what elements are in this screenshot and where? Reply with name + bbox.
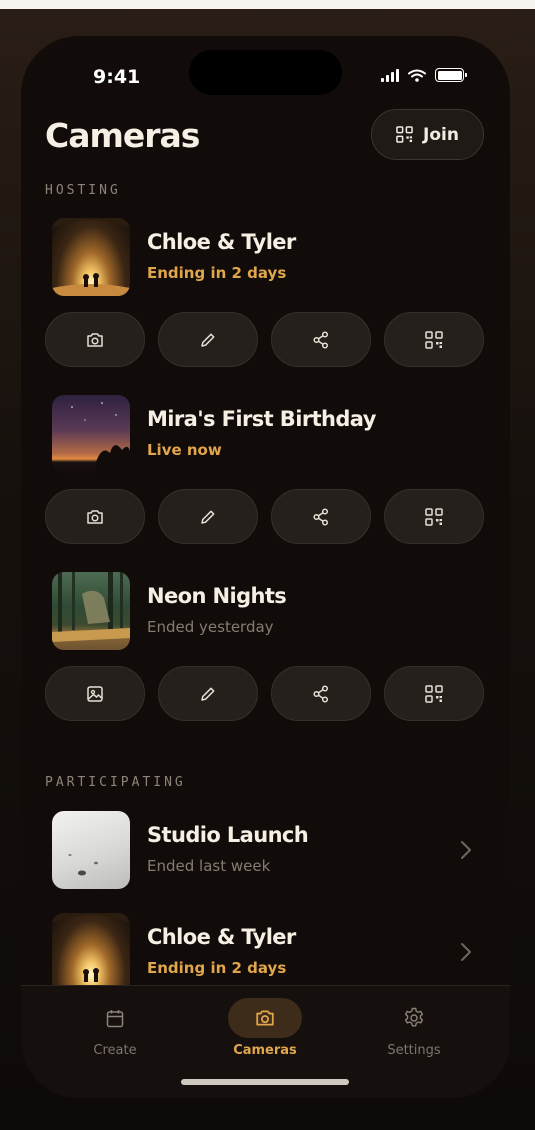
event-status: Ended last week — [147, 857, 271, 875]
gallery-button[interactable] — [45, 666, 145, 721]
share-button[interactable] — [271, 489, 371, 544]
event-photo-silhouette — [52, 572, 130, 642]
qr-code-button[interactable] — [384, 489, 484, 544]
event-status: Ending in 2 days — [147, 959, 287, 977]
dynamic-island — [189, 50, 342, 95]
tab-cameras[interactable]: Cameras — [220, 998, 310, 1058]
event-thumbnail[interactable] — [52, 395, 130, 473]
event-name: Studio Launch — [147, 823, 309, 847]
camera-button[interactable] — [45, 312, 145, 367]
tab-label: Create — [93, 1043, 137, 1058]
join-label: Join — [423, 124, 459, 145]
join-button[interactable]: Join — [371, 109, 484, 160]
event-thumbnail — [52, 811, 130, 889]
event-thumbnail[interactable] — [52, 572, 130, 650]
camera-button[interactable] — [45, 489, 145, 544]
event-row[interactable]: Studio Launch Ended last week — [21, 811, 510, 889]
pencil-icon — [201, 510, 215, 524]
event-photo-silhouette — [68, 854, 98, 876]
event-thumbnail[interactable] — [52, 218, 130, 296]
event-actions — [45, 312, 484, 367]
section-participating: PARTICIPATING — [45, 775, 186, 790]
edit-button[interactable] — [158, 489, 258, 544]
event-name: Neon Nights — [147, 584, 287, 608]
qr-code-button[interactable] — [384, 666, 484, 721]
page-title: Cameras — [45, 116, 200, 155]
event-name: Mira's First Birthday — [147, 407, 376, 431]
share-icon — [313, 507, 329, 526]
gear-icon — [404, 1007, 424, 1027]
tab-label: Settings — [387, 1043, 441, 1058]
event-status: Live now — [147, 441, 222, 459]
edit-button[interactable] — [158, 666, 258, 721]
battery-icon — [435, 68, 467, 82]
event-actions — [45, 489, 484, 544]
event-actions — [45, 666, 484, 721]
qr-code-icon — [396, 126, 413, 143]
event-photo-silhouette — [52, 218, 130, 296]
share-button[interactable] — [271, 666, 371, 721]
share-icon — [313, 330, 329, 349]
camera-icon — [87, 332, 103, 347]
qr-code-icon — [425, 330, 443, 349]
phone-screen: 9:41 Cameras Join HOSTING Chloe & Tyler … — [21, 36, 510, 1098]
event-status: Ended yesterday — [147, 618, 274, 636]
event-name: Chloe & Tyler — [147, 230, 296, 254]
qr-code-button[interactable] — [384, 312, 484, 367]
browser-top-strip — [0, 0, 535, 9]
tab-create[interactable]: Create — [70, 998, 160, 1058]
share-button[interactable] — [271, 312, 371, 367]
qr-code-icon — [425, 507, 443, 526]
event-thumbnail — [52, 913, 130, 985]
tab-label: Cameras — [233, 1043, 297, 1058]
tab-settings[interactable]: Settings — [369, 998, 459, 1058]
calendar-icon — [106, 1009, 124, 1027]
edit-button[interactable] — [158, 312, 258, 367]
chevron-right-icon — [461, 943, 471, 961]
status-time: 9:41 — [93, 66, 141, 88]
event-status: Ending in 2 days — [147, 264, 287, 282]
section-hosting: HOSTING — [45, 183, 121, 198]
event-photo-silhouette — [52, 913, 130, 982]
camera-icon — [256, 1010, 274, 1026]
cellular-signal-icon — [381, 68, 399, 82]
status-icons — [381, 68, 467, 82]
wifi-icon — [408, 69, 426, 82]
share-icon — [313, 684, 329, 703]
photo-icon — [87, 685, 103, 702]
pencil-icon — [201, 333, 215, 347]
chevron-right-icon — [461, 841, 471, 859]
event-photo-silhouette — [71, 402, 130, 473]
home-indicator[interactable] — [181, 1079, 349, 1085]
event-row[interactable]: Chloe & Tyler Ending in 2 days — [21, 913, 510, 985]
qr-code-icon — [425, 684, 443, 703]
event-name: Chloe & Tyler — [147, 925, 296, 949]
pencil-icon — [201, 687, 215, 701]
camera-icon — [87, 509, 103, 524]
